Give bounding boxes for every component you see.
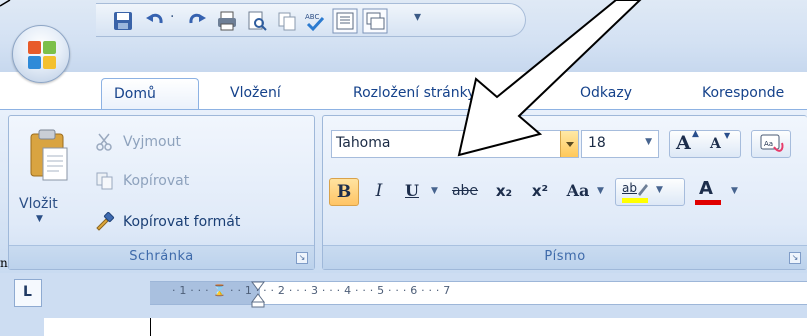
subscript-label: x₂ [495, 182, 513, 200]
change-case-button[interactable]: Aa [561, 178, 595, 206]
tab-label: Vložení [230, 85, 281, 101]
font-group: Tahoma 18 ▼ A ▲ A ▼ Aa B I U ▼ abe x₂ x²… [322, 115, 807, 270]
tab-selector-button[interactable]: L [14, 279, 42, 307]
subscript-button[interactable]: x₂ [489, 178, 519, 206]
quick-access-toolbar: · ABC ▾ [96, 3, 526, 37]
underline-dropdown-icon[interactable]: ▼ [431, 186, 438, 196]
font-color-bar [695, 200, 721, 205]
copy-icon [96, 172, 113, 190]
ruler-area: L · 1 · · · ⌛ · · 1 · · · 2 · · · 3 · · … [0, 273, 807, 336]
ribbon: Vložit ▼ Vyjmout Kopírovat Kopírovat for… [0, 109, 807, 273]
tab-label: Odkazy [580, 85, 632, 101]
underline-button[interactable]: U [397, 178, 427, 206]
highlight-button[interactable]: ab ▼ [615, 178, 685, 206]
svg-text:ABC: ABC [305, 13, 319, 21]
shrink-font-button[interactable]: A [710, 136, 721, 152]
font-group-label: Písmo [323, 245, 807, 269]
font-name-dropdown-icon[interactable] [560, 131, 578, 157]
save-icon[interactable] [112, 10, 134, 32]
paste-button[interactable]: Vložit [19, 196, 58, 212]
grow-arrow-icon: ▲ [692, 129, 699, 139]
tab-home[interactable]: Domů [101, 78, 199, 110]
change-case-label: Aa [566, 181, 590, 200]
clear-formatting-icon: Aa [760, 134, 784, 152]
font-name-combobox[interactable]: Tahoma [331, 130, 579, 158]
scissors-icon [96, 133, 112, 151]
document-area[interactable] [44, 318, 807, 336]
bold-button[interactable]: B [329, 178, 359, 206]
shrink-arrow-icon: ▼ [724, 131, 731, 140]
clipboard-group: Vložit ▼ Vyjmout Kopírovat Kopírovat for… [8, 115, 315, 270]
tab-insert[interactable]: Vložení [218, 78, 293, 110]
superscript-button[interactable]: x² [525, 178, 555, 206]
grow-shrink-buttons: A ▲ A ▼ [669, 129, 741, 158]
svg-text:Aa: Aa [764, 140, 773, 148]
tab-page-layout[interactable]: Rozložení stránky [341, 78, 488, 110]
italic-button[interactable]: I [365, 178, 393, 206]
format-painter-icon [96, 212, 115, 231]
font-color-dropdown-icon[interactable]: ▼ [731, 186, 738, 196]
customize-qat-icon[interactable]: ▾ [414, 9, 421, 25]
font-name-value: Tahoma [336, 135, 391, 151]
grow-font-button[interactable]: A [676, 132, 691, 154]
font-size-value: 18 [588, 135, 606, 151]
indent-marker-icon[interactable] [250, 280, 266, 308]
format-painter-label: Kopírovat formát [123, 214, 241, 230]
italic-label: I [375, 181, 383, 201]
redo-icon[interactable] [186, 10, 208, 32]
clipboard-launcher-icon[interactable]: ↘ [296, 252, 308, 264]
print-preview-icon[interactable] [246, 10, 268, 32]
font-launcher-icon[interactable]: ↘ [789, 252, 801, 264]
highlight-color-bar [622, 198, 648, 203]
spelling-check-icon[interactable]: ABC [304, 10, 326, 32]
tab-mailings[interactable]: Koresponde [690, 78, 796, 110]
change-case-dropdown-icon[interactable]: ▼ [597, 186, 604, 196]
copy-pages-icon[interactable] [276, 10, 298, 32]
tab-references[interactable]: Odkazy [568, 78, 644, 110]
clipboard-group-label: Schránka [9, 245, 314, 269]
paste-icon[interactable] [27, 128, 71, 184]
text-cursor [150, 318, 151, 336]
font-size-dropdown-icon[interactable]: ▼ [645, 137, 652, 147]
superscript-label: x² [531, 182, 549, 200]
undo-dropdown-icon[interactable]: · [170, 9, 174, 25]
font-color-label: A [699, 178, 713, 199]
font-size-combobox[interactable]: 18 ▼ [581, 130, 659, 158]
highlight-label: ab [622, 181, 637, 195]
tab-stop-icon: L [23, 284, 32, 300]
undo-icon[interactable] [144, 10, 166, 32]
tab-label: Domů [114, 86, 156, 102]
underline-label: U [405, 181, 419, 200]
ruler-ticks: · 1 · · · ⌛ · · 1 · · · 2 · · · 3 · · · … [172, 284, 451, 297]
print-icon[interactable] [216, 10, 238, 32]
clear-formatting-button[interactable]: Aa [751, 130, 791, 158]
office-logo-icon [28, 41, 56, 69]
draft-view-icon[interactable] [332, 8, 358, 34]
side-label: n [0, 256, 8, 270]
office-button[interactable] [12, 25, 70, 83]
horizontal-ruler[interactable]: · 1 · · · ⌛ · · 1 · · · 2 · · · 3 · · · … [150, 280, 807, 308]
tab-label: Koresponde [702, 85, 785, 101]
highlight-dropdown-icon[interactable]: ▼ [656, 185, 663, 195]
paste-dropdown-icon[interactable]: ▼ [36, 214, 43, 224]
font-color-button[interactable]: A ▼ [689, 178, 749, 206]
copy-label: Kopírovat [123, 173, 190, 189]
cut-label: Vyjmout [123, 134, 181, 150]
tab-label: Rozložení stránky [353, 85, 476, 101]
window-view-icon[interactable] [362, 8, 388, 34]
highlighter-pen-icon [638, 184, 648, 196]
strikethrough-button[interactable]: abe [447, 178, 483, 206]
strikethrough-label: abe [451, 183, 479, 199]
bold-label: B [336, 182, 352, 202]
ribbon-tabs: Domů Vložení Rozložení stránky Odkazy Ko… [0, 72, 807, 110]
